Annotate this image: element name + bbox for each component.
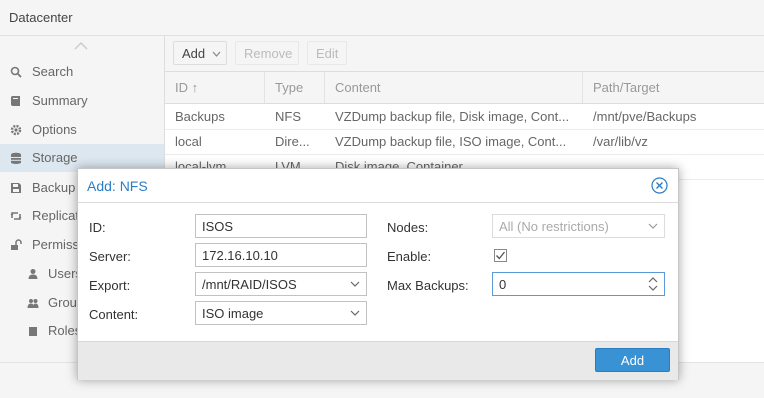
server-field[interactable]: 172.16.10.10: [195, 243, 367, 267]
add-button[interactable]: Add: [595, 348, 670, 372]
sidebar-item-label: Grou: [48, 295, 77, 310]
nodes-label: Nodes:: [387, 220, 429, 235]
column-divider: [264, 72, 265, 103]
dialog-footer: Add: [78, 341, 678, 380]
cell-id: local: [175, 134, 202, 149]
chevron-down-icon[interactable]: [648, 223, 658, 229]
cell-type: NFS: [275, 109, 301, 124]
chevron-down-icon[interactable]: [350, 310, 360, 316]
users-icon: [27, 299, 39, 308]
user-icon: [28, 269, 38, 279]
server-value: 172.16.10.10: [202, 248, 278, 263]
add-button-label: Add: [182, 46, 206, 61]
cell-path: /var/lib/vz: [593, 134, 648, 149]
column-header-id[interactable]: ID ↑: [175, 80, 198, 95]
database-icon: [11, 152, 21, 164]
sidebar-item-label: Replicat: [32, 208, 79, 223]
add-nfs-dialog: Add: NFS ID: ISOS Server: 172.16.10.10 E…: [77, 168, 679, 380]
search-icon: [10, 66, 22, 78]
sidebar-item-label: Permiss: [32, 237, 79, 252]
breadcrumb-title: Datacenter: [9, 10, 73, 25]
grid-header: ID ↑ Type Content Path/Target: [165, 72, 764, 104]
toolbar: Add Remove Edit: [165, 36, 764, 72]
unlock-icon: [11, 239, 22, 250]
nodes-select[interactable]: All (No restrictions): [492, 214, 665, 238]
cell-type: Dire...: [275, 134, 310, 149]
sidebar-item-label: Summary: [32, 93, 88, 108]
chevron-down-icon[interactable]: [350, 281, 360, 287]
retweet-icon: [10, 212, 22, 220]
sidebar-item-label: Options: [32, 122, 77, 137]
chevron-down-icon: [212, 51, 221, 57]
male-icon: [29, 327, 37, 336]
floppy-icon: [11, 183, 21, 193]
table-row[interactable]: Backups NFS VZDump backup file, Disk ima…: [165, 104, 764, 130]
nodes-value: All (No restrictions): [499, 219, 609, 234]
gear-icon: [10, 124, 22, 136]
table-row[interactable]: local Dire... VZDump backup file, ISO im…: [165, 129, 764, 155]
column-header-type[interactable]: Type: [275, 80, 303, 95]
column-header-path[interactable]: Path/Target: [593, 80, 660, 95]
add-menu-button[interactable]: Add: [173, 41, 227, 65]
edit-button[interactable]: Edit: [307, 41, 347, 65]
export-value: /mnt/RAID/ISOS: [202, 277, 297, 292]
sidebar-item-summary[interactable]: Summary: [0, 87, 164, 115]
server-label: Server:: [89, 249, 131, 264]
content-label: Content:: [89, 307, 139, 322]
sidebar-item-options[interactable]: Options: [0, 116, 164, 144]
id-label: ID:: [89, 220, 106, 235]
export-select[interactable]: /mnt/RAID/ISOS: [195, 272, 367, 296]
sidebar-item-label: Backup: [32, 180, 76, 195]
cell-id: Backups: [175, 109, 225, 124]
spinner-arrows-icon[interactable]: [648, 276, 658, 292]
cell-content: VZDump backup file, Disk image, Cont...: [335, 109, 570, 124]
edit-button-label: Edit: [316, 46, 339, 61]
export-label: Export:: [89, 278, 131, 293]
content-value: ISO image: [202, 306, 264, 321]
max-backups-value: 0: [499, 277, 507, 292]
scroll-up-icon[interactable]: [74, 40, 88, 52]
cell-content: VZDump backup file, ISO image, Cont...: [335, 134, 567, 149]
sidebar-item-search[interactable]: Search: [0, 58, 164, 86]
top-bar: Datacenter: [0, 0, 764, 36]
id-field[interactable]: ISOS: [195, 214, 367, 238]
remove-button[interactable]: Remove: [235, 41, 299, 65]
column-divider: [582, 72, 583, 103]
remove-button-label: Remove: [244, 46, 293, 61]
max-backups-stepper[interactable]: 0: [492, 272, 665, 296]
add-button-label: Add: [620, 353, 645, 368]
column-header-content[interactable]: Content: [335, 80, 381, 95]
dialog-header: Add: NFS: [78, 169, 678, 203]
id-value: ISOS: [202, 219, 234, 234]
sidebar-item-label: Storage: [32, 150, 78, 165]
column-divider: [324, 72, 325, 103]
max-backups-label: Max Backups:: [387, 278, 469, 293]
sidebar-item-label: Search: [32, 64, 74, 79]
enable-label: Enable:: [387, 249, 432, 264]
book-icon: [11, 96, 20, 106]
close-icon[interactable]: [651, 177, 668, 194]
dialog-title: Add: NFS: [87, 178, 148, 194]
cell-path: /mnt/pve/Backups: [593, 109, 697, 124]
content-select[interactable]: ISO image: [195, 301, 367, 325]
enable-checkbox[interactable]: [494, 249, 507, 262]
